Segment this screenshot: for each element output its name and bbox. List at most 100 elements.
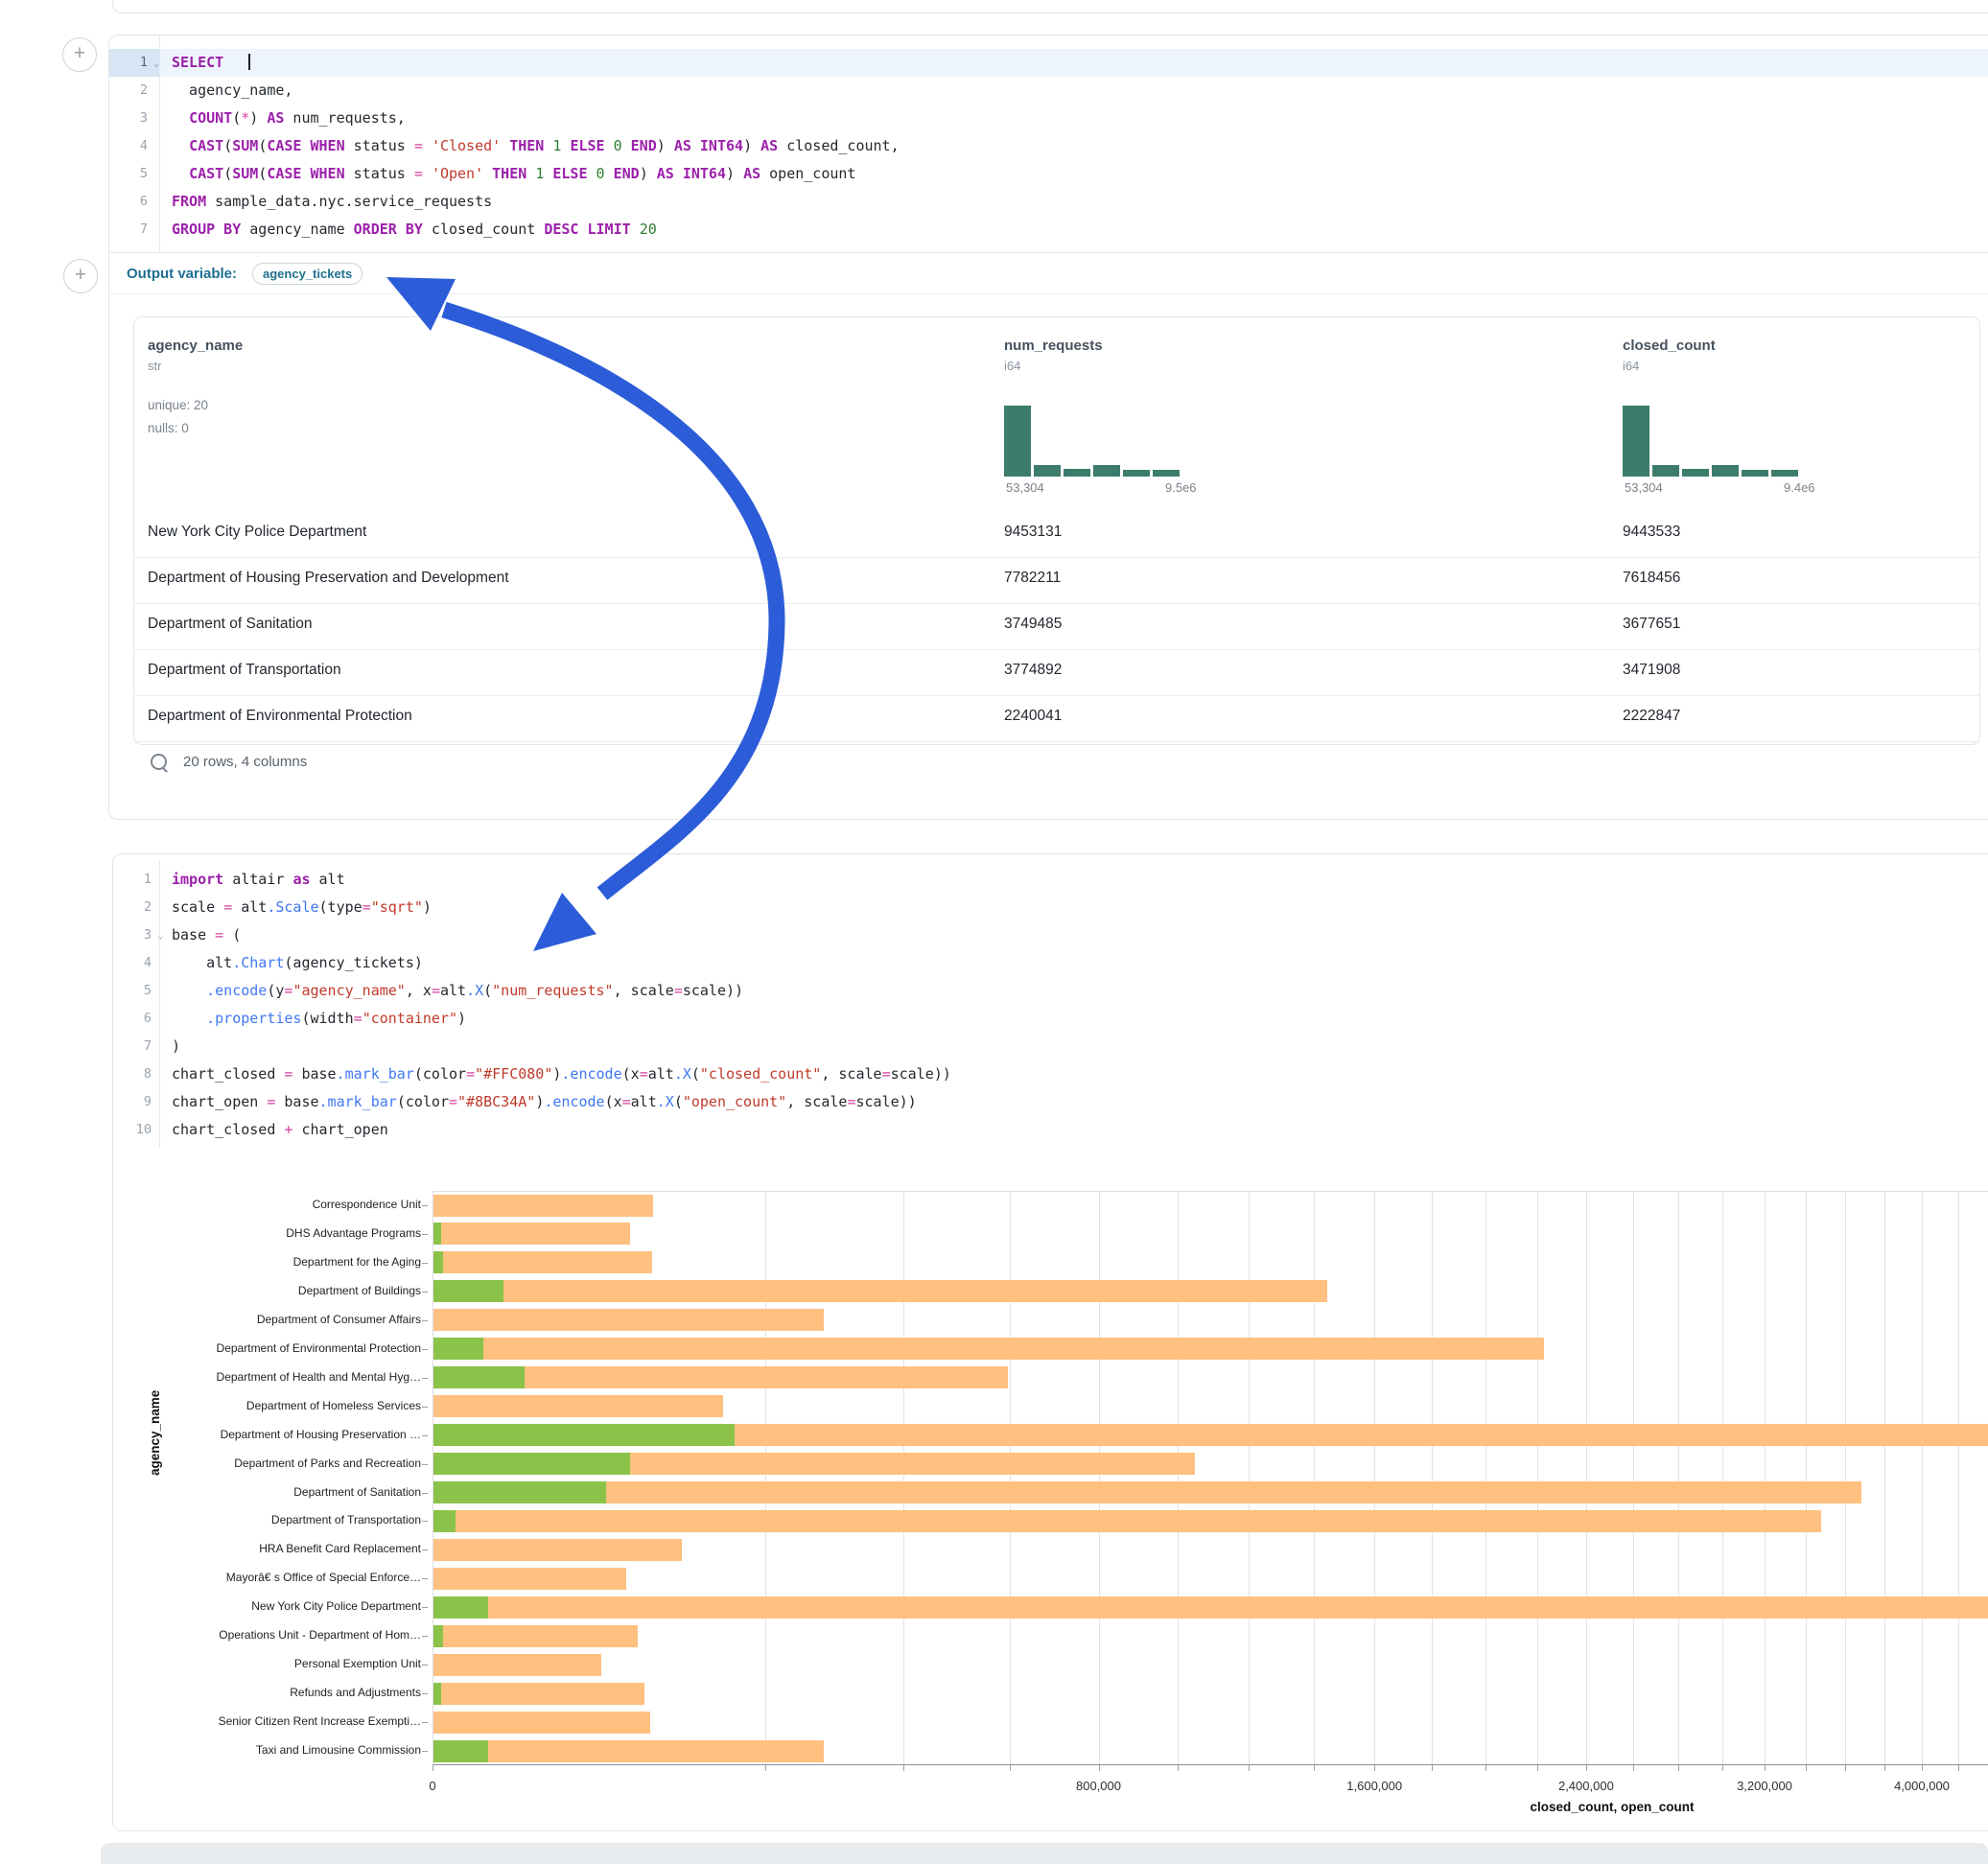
output-variable-pill[interactable]: agency_tickets	[252, 263, 363, 285]
x-axis-tick	[1374, 1765, 1375, 1771]
sql-code-editor[interactable]: 1⌄SELECT2 agency_name,3 COUNT(*) AS num_…	[109, 49, 1988, 244]
code-line[interactable]: 5 CAST(SUM(CASE WHEN status = 'Open' THE…	[109, 160, 1988, 188]
gridline	[1765, 1192, 1766, 1764]
closed-count-bar[interactable]	[433, 1683, 644, 1705]
line-number-gutter: 1⌄	[109, 49, 159, 77]
gridline	[1537, 1192, 1538, 1764]
y-axis-tick	[422, 1521, 428, 1522]
y-axis-label: Department for the Aging	[133, 1255, 421, 1269]
output-variable-row: Output variable: agency_tickets	[109, 252, 1988, 294]
code-line[interactable]: 4 CAST(SUM(CASE WHEN status = 'Closed' T…	[109, 132, 1988, 160]
table-row[interactable]: Department of Environmental Protection22…	[134, 695, 1979, 742]
table-row[interactable]: Department of Housing Preservation and D…	[134, 557, 1979, 604]
histogram-bar	[1771, 470, 1798, 477]
open-count-bar[interactable]	[433, 1280, 503, 1302]
y-axis-label: Department of Housing Preservation …	[133, 1428, 421, 1441]
code-line[interactable]: 6 FROM sample_data.nyc.service_requests	[109, 188, 1988, 216]
closed-count-bar[interactable]	[433, 1510, 1821, 1532]
y-axis-tick	[422, 1435, 428, 1436]
closed-count-bar[interactable]	[433, 1712, 650, 1734]
code-line[interactable]: 3 COUNT(*) AS num_requests,	[109, 105, 1988, 132]
y-axis-tick	[422, 1607, 428, 1608]
x-axis-title: closed_count, open_count	[1530, 1800, 1694, 1814]
y-axis-label: HRA Benefit Card Replacement	[133, 1542, 421, 1555]
column-name: num_requests	[1004, 338, 1103, 354]
closed-count-bar[interactable]	[433, 1223, 630, 1245]
open-count-bar[interactable]	[433, 1424, 735, 1446]
gridline	[1722, 1192, 1723, 1764]
code-line[interactable]: 7GROUP BY agency_name ORDER BY closed_co…	[109, 216, 1988, 244]
gridline	[1178, 1192, 1179, 1764]
table-row[interactable]: Department of Sanitation37494853677651	[134, 603, 1979, 650]
x-axis-tick	[1432, 1765, 1433, 1771]
histogram-max-label: 9.5e6	[1165, 480, 1197, 495]
table-cell: 3677651	[1623, 616, 1680, 633]
open-count-bar[interactable]	[433, 1251, 443, 1273]
closed-count-bar[interactable]	[433, 1195, 653, 1217]
fold-chevron-icon: ⌄	[148, 50, 159, 78]
closed-count-bar[interactable]	[433, 1625, 638, 1647]
closed-count-bar[interactable]	[433, 1596, 1988, 1619]
closed-count-bar[interactable]	[433, 1740, 824, 1762]
gridline	[903, 1192, 904, 1764]
table-cell: Department of Transportation	[148, 662, 341, 679]
x-axis-tick	[765, 1765, 766, 1771]
histogram-min-label: 53,304	[1006, 480, 1044, 495]
code-line[interactable]: 2 agency_name,	[109, 77, 1988, 105]
open-count-bar[interactable]	[433, 1596, 488, 1619]
closed-count-bar[interactable]	[433, 1654, 601, 1676]
table-cell: 9453131	[1004, 524, 1062, 541]
open-count-bar[interactable]	[433, 1510, 456, 1532]
open-count-bar[interactable]	[433, 1338, 483, 1360]
histogram-bar	[1004, 406, 1031, 477]
x-axis-tick	[903, 1765, 904, 1771]
column-header-num_requests: num_requestsi64	[1004, 338, 1103, 373]
gridline	[1806, 1192, 1807, 1764]
open-count-bar[interactable]	[433, 1740, 488, 1762]
gridline	[1845, 1192, 1846, 1764]
x-axis-tick-label: 0	[429, 1779, 435, 1793]
closed-count-bar[interactable]	[433, 1338, 1544, 1360]
search-icon[interactable]	[151, 754, 167, 770]
line-number-gutter: 2	[109, 77, 159, 105]
column-name: agency_name	[148, 338, 243, 354]
column-type: str	[148, 359, 243, 373]
y-axis-label: Taxi and Limousine Commission	[133, 1743, 421, 1757]
open-count-bar[interactable]	[433, 1453, 630, 1475]
x-axis-tick-label: 2,400,000	[1558, 1779, 1614, 1793]
y-axis-label: Department of Parks and Recreation	[133, 1456, 421, 1470]
column-header-agency_name: agency_namestrunique: 20nulls: 0	[148, 338, 243, 440]
y-axis-tick	[422, 1205, 428, 1206]
code-line[interactable]: 1⌄SELECT	[109, 49, 1988, 77]
open-count-bar[interactable]	[433, 1366, 525, 1388]
add-cell-button-top[interactable]: +	[62, 37, 97, 72]
closed-count-bar[interactable]	[433, 1309, 824, 1331]
closed-count-bar[interactable]	[433, 1568, 626, 1590]
table-cell: New York City Police Department	[148, 524, 366, 541]
closed-count-bar[interactable]	[433, 1280, 1327, 1302]
x-axis-tick-label: 4,000,000	[1894, 1779, 1950, 1793]
open-count-bar[interactable]	[433, 1223, 441, 1245]
open-count-bar[interactable]	[433, 1683, 441, 1705]
y-axis-tick	[422, 1549, 428, 1550]
line-number-gutter: 6	[109, 188, 159, 216]
open-count-bar[interactable]	[433, 1481, 606, 1503]
y-axis-tick	[422, 1493, 428, 1494]
line-number-gutter: 4	[109, 132, 159, 160]
code-line-text: GROUP BY agency_name ORDER BY closed_cou…	[172, 216, 657, 244]
table-cell: Department of Sanitation	[148, 616, 312, 633]
y-axis-label: Refunds and Adjustments	[133, 1686, 421, 1699]
closed-count-bar[interactable]	[433, 1251, 652, 1273]
table-row[interactable]: New York City Police Department945313194…	[134, 511, 1979, 558]
closed-count-bar[interactable]	[433, 1481, 1861, 1503]
add-cell-button-output[interactable]: +	[63, 259, 98, 293]
code-line-text: FROM sample_data.nyc.service_requests	[172, 188, 492, 216]
notebook-page: + + 1⌄SELECT2 agency_name,3 COUNT(*) AS …	[0, 0, 1988, 1864]
y-axis-label: Department of Buildings	[133, 1284, 421, 1297]
closed-count-bar[interactable]	[433, 1395, 723, 1417]
open-count-bar[interactable]	[433, 1625, 443, 1647]
x-axis-tick	[1922, 1765, 1923, 1771]
table-row[interactable]: Department of Transportation377489234719…	[134, 649, 1979, 696]
closed-count-bar[interactable]	[433, 1539, 682, 1561]
gridline	[1958, 1192, 1959, 1764]
